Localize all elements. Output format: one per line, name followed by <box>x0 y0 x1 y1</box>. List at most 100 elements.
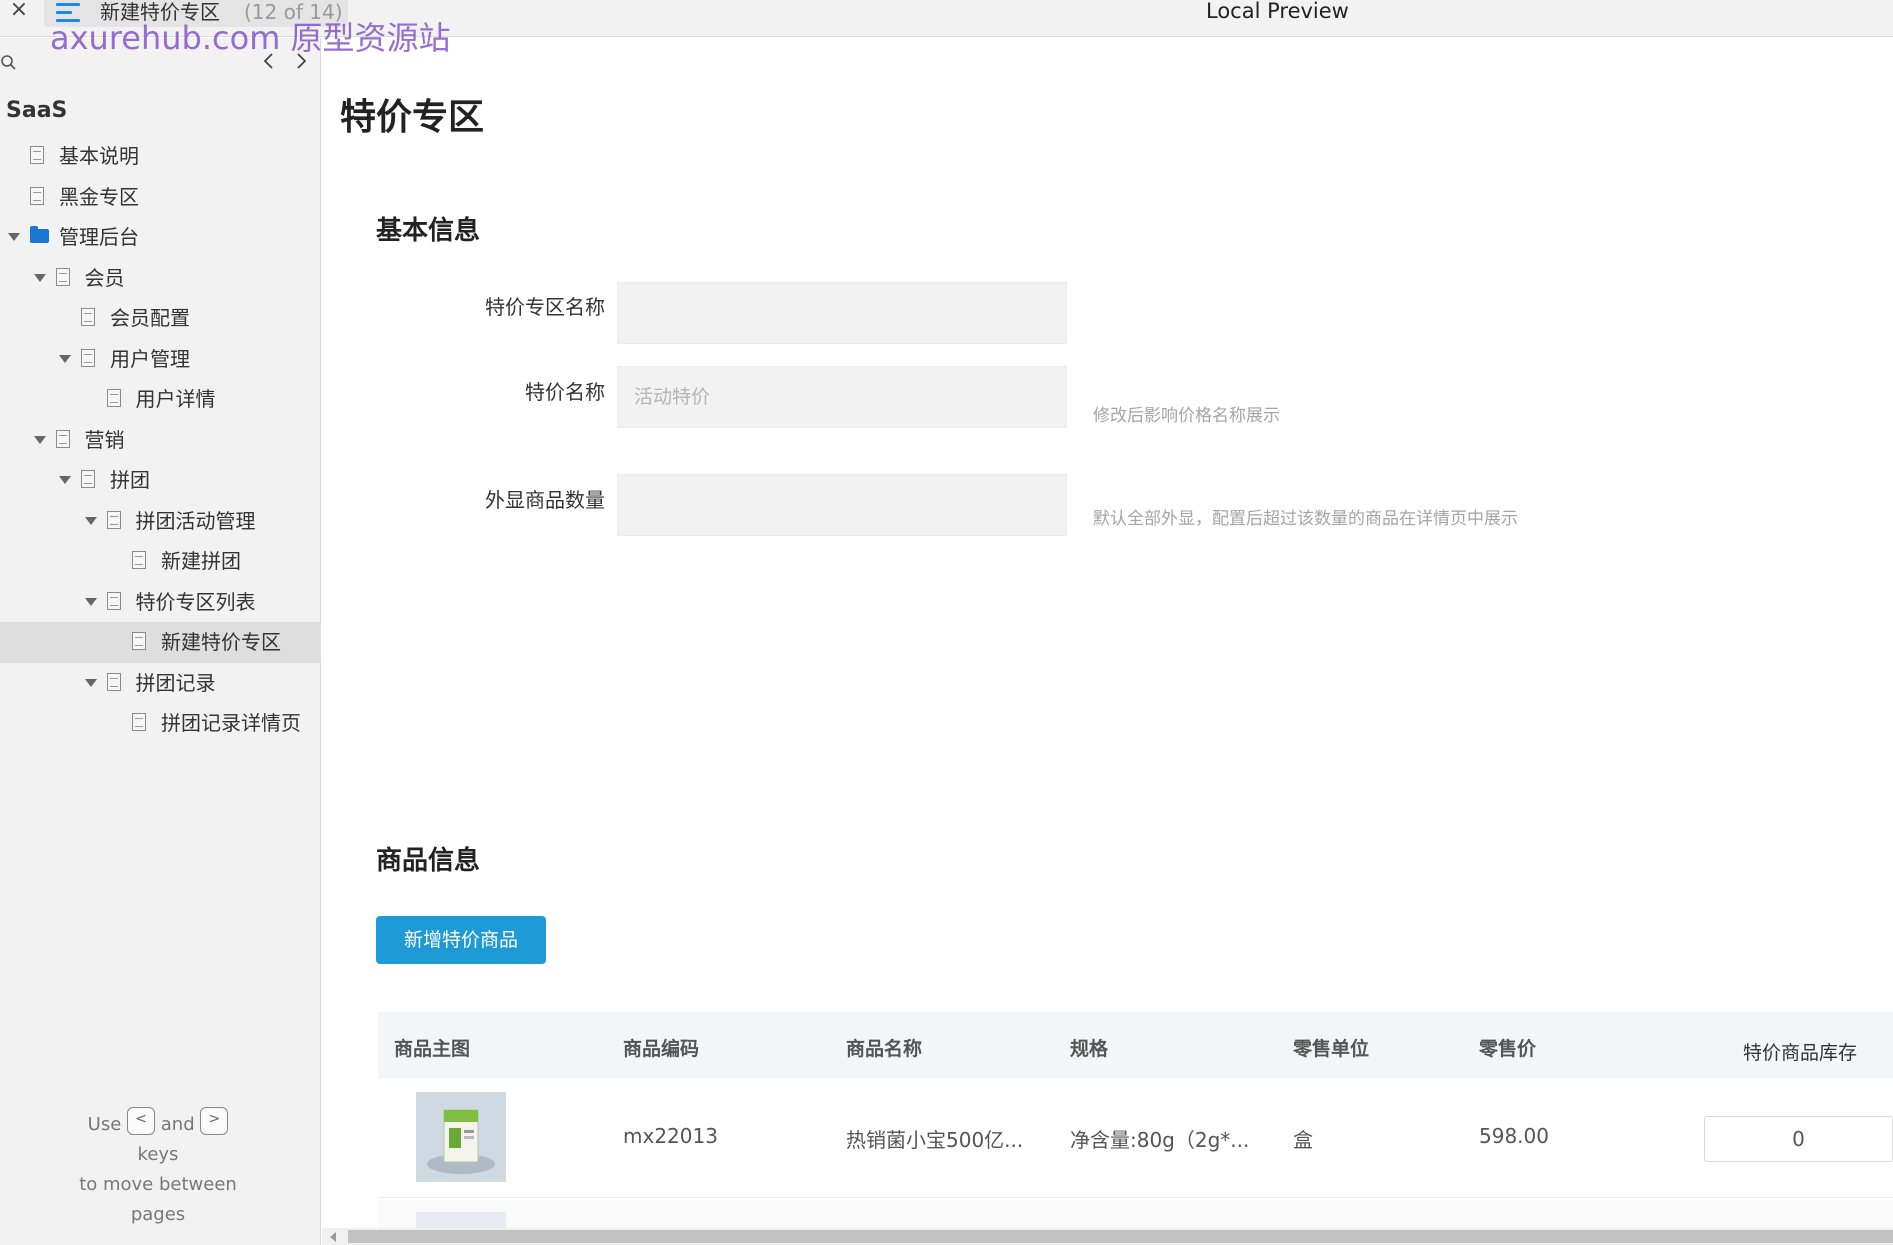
help-keys: keys <box>137 1144 179 1165</box>
expand-caret-icon[interactable] <box>8 233 20 241</box>
col-unit: 零售单位 <box>1293 1038 1370 1060</box>
page-icon <box>106 389 121 407</box>
sidebar-item-13[interactable]: 拼团记录 <box>0 663 321 704</box>
col-stock: 特价商品库存 <box>1743 1042 1858 1064</box>
sidebar-item-7[interactable]: 营销 <box>0 420 321 461</box>
goods-table-header: 商品主图 商品编码 商品名称 规格 零售单位 零售价 特价商品库存 <box>378 1012 1893 1078</box>
page-icon <box>106 672 121 691</box>
expand-caret-icon[interactable] <box>33 273 46 282</box>
price-name-hint: 修改后影响价格名称展示 <box>1093 406 1280 426</box>
sidebar-item-label: 基本说明 <box>59 144 139 168</box>
sidebar-item-10[interactable]: 新建拼团 <box>0 541 321 582</box>
sitemap-sidebar: SaaS 基本说明 黑金专区 管理后台 会员 会员配置 用户管理 用户详情 营销 拼团 拼团活动管… <box>0 38 321 1245</box>
sidebar-item-9[interactable]: 拼团活动管理 <box>0 501 321 542</box>
page-icon <box>55 429 70 448</box>
col-name: 商品名称 <box>846 1038 923 1060</box>
page-icon <box>81 348 95 367</box>
prototype-canvas: 特价专区 基本信息 特价专区名称 特价名称 活动特价 修改后影响价格名称展示 外… <box>322 38 1893 1228</box>
page-title: 特价专区 <box>340 97 485 138</box>
window-title: Local Preview <box>1206 0 1349 23</box>
expand-caret-icon[interactable] <box>59 354 71 363</box>
sidebar-item-label: 拼团 <box>110 468 150 492</box>
expand-caret-icon[interactable] <box>59 476 71 484</box>
display-count-label: 外显商品数量 <box>485 488 605 512</box>
sidebar-item-label: 用户详情 <box>135 387 216 411</box>
product-price: 598.00 <box>1479 1124 1549 1148</box>
table-row <box>378 1200 1893 1228</box>
sidebar-item-label: 拼团活动管理 <box>135 508 256 533</box>
product-unit: 盒 <box>1293 1128 1313 1152</box>
product-spec: 净含量:80g（2g*... <box>1070 1128 1250 1152</box>
sidebar-item-2[interactable]: 管理后台 <box>0 217 321 258</box>
sidebar-item-8[interactable]: 拼团 <box>0 460 321 501</box>
left-key-icon: < <box>127 1107 156 1135</box>
page-icon <box>30 146 44 164</box>
section-basic-info: 基本信息 <box>376 216 481 246</box>
sidebar-item-label: 新建特价专区 <box>161 630 281 654</box>
watermark: axurehub.com 原型资源站 <box>50 19 451 57</box>
col-spec: 规格 <box>1070 1038 1109 1060</box>
sidebar-item-12[interactable]: 新建特价专区 <box>0 622 321 663</box>
horizontal-scrollbar[interactable] <box>322 1228 1893 1245</box>
keyboard-help: Use < and > keys to move between pages <box>0 1107 316 1230</box>
help-line2: to move between <box>79 1174 237 1195</box>
expand-caret-icon[interactable] <box>84 678 97 687</box>
expand-caret-icon[interactable] <box>84 597 97 606</box>
sidebar-item-label: 用户管理 <box>110 346 190 371</box>
sidebar-item-0[interactable]: 基本说明 <box>0 136 321 177</box>
sidebar-item-label: 会员配置 <box>110 306 190 330</box>
col-price: 零售价 <box>1479 1038 1537 1060</box>
add-special-goods-button[interactable]: 新增特价商品 <box>376 916 546 964</box>
zone-name-input[interactable] <box>617 282 1067 344</box>
product-name: 热销菌小宝500亿... <box>846 1128 1024 1152</box>
sidebar-item-label: 营销 <box>84 427 125 452</box>
price-name-label: 特价名称 <box>525 380 605 404</box>
col-code: 商品编码 <box>623 1038 700 1060</box>
section-goods-info: 商品信息 <box>376 846 481 876</box>
help-line3: pages <box>130 1204 186 1225</box>
sidebar-item-label: 特价专区列表 <box>135 589 256 614</box>
sidebar-item-14[interactable]: 拼团记录详情页 <box>0 703 321 744</box>
sidebar-item-11[interactable]: 特价专区列表 <box>0 582 321 623</box>
expand-caret-icon[interactable] <box>33 435 46 444</box>
right-key-icon: > <box>200 1107 229 1135</box>
search-icon[interactable] <box>0 54 18 72</box>
page-icon <box>106 591 121 610</box>
help-and: and <box>160 1114 195 1135</box>
sidebar-item-1[interactable]: 黑金专区 <box>0 177 321 218</box>
sidebar-item-label: 新建拼团 <box>161 549 241 573</box>
scrollbar-thumb[interactable] <box>348 1230 1893 1243</box>
page-icon <box>132 551 146 569</box>
page-icon <box>81 470 95 488</box>
sidebar-item-label: 拼团记录详情页 <box>161 711 301 735</box>
scroll-left-icon[interactable] <box>330 1232 336 1242</box>
page-icon <box>132 632 146 650</box>
product-thumbnail <box>416 1092 506 1182</box>
product-thumbnail <box>416 1212 506 1228</box>
stock-input[interactable]: 0 <box>1704 1116 1893 1162</box>
display-count-input[interactable] <box>617 474 1067 536</box>
zone-name-label: 特价专区名称 <box>485 295 605 319</box>
close-icon[interactable]: × <box>6 0 32 22</box>
sidebar-item-label: 拼团记录 <box>135 670 216 695</box>
page-icon <box>81 308 95 326</box>
expand-caret-icon[interactable] <box>84 516 97 525</box>
sidebar-item-label: 管理后台 <box>59 225 139 249</box>
sidebar-item-label: 会员 <box>84 265 125 290</box>
table-row: mx22013 热销菌小宝500亿... 净含量:80g（2g*... 盒 59… <box>378 1078 1893 1198</box>
sidebar-item-3[interactable]: 会员 <box>0 258 321 299</box>
help-use: Use <box>87 1114 122 1135</box>
sitemap-tree: 基本说明黑金专区管理后台会员会员配置用户管理用户详情 营销拼团拼团活动管理新建拼团… <box>0 136 321 744</box>
sidebar-item-label: 黑金专区 <box>59 184 139 209</box>
page-icon <box>132 713 146 731</box>
sidebar-item-4[interactable]: 会员配置 <box>0 298 321 339</box>
sidebar-item-5[interactable]: 用户管理 <box>0 339 321 380</box>
sidebar-item-6[interactable]: 用户详情 <box>0 379 321 420</box>
display-count-hint: 默认全部外显，配置后超过该数量的商品在详情页中展示 <box>1093 509 1518 529</box>
col-image: 商品主图 <box>394 1038 471 1060</box>
price-name-input[interactable]: 活动特价 <box>617 366 1067 428</box>
page-icon <box>30 186 44 205</box>
folder-icon <box>30 226 49 243</box>
page-icon <box>55 267 70 286</box>
product-code: mx22013 <box>623 1124 718 1148</box>
